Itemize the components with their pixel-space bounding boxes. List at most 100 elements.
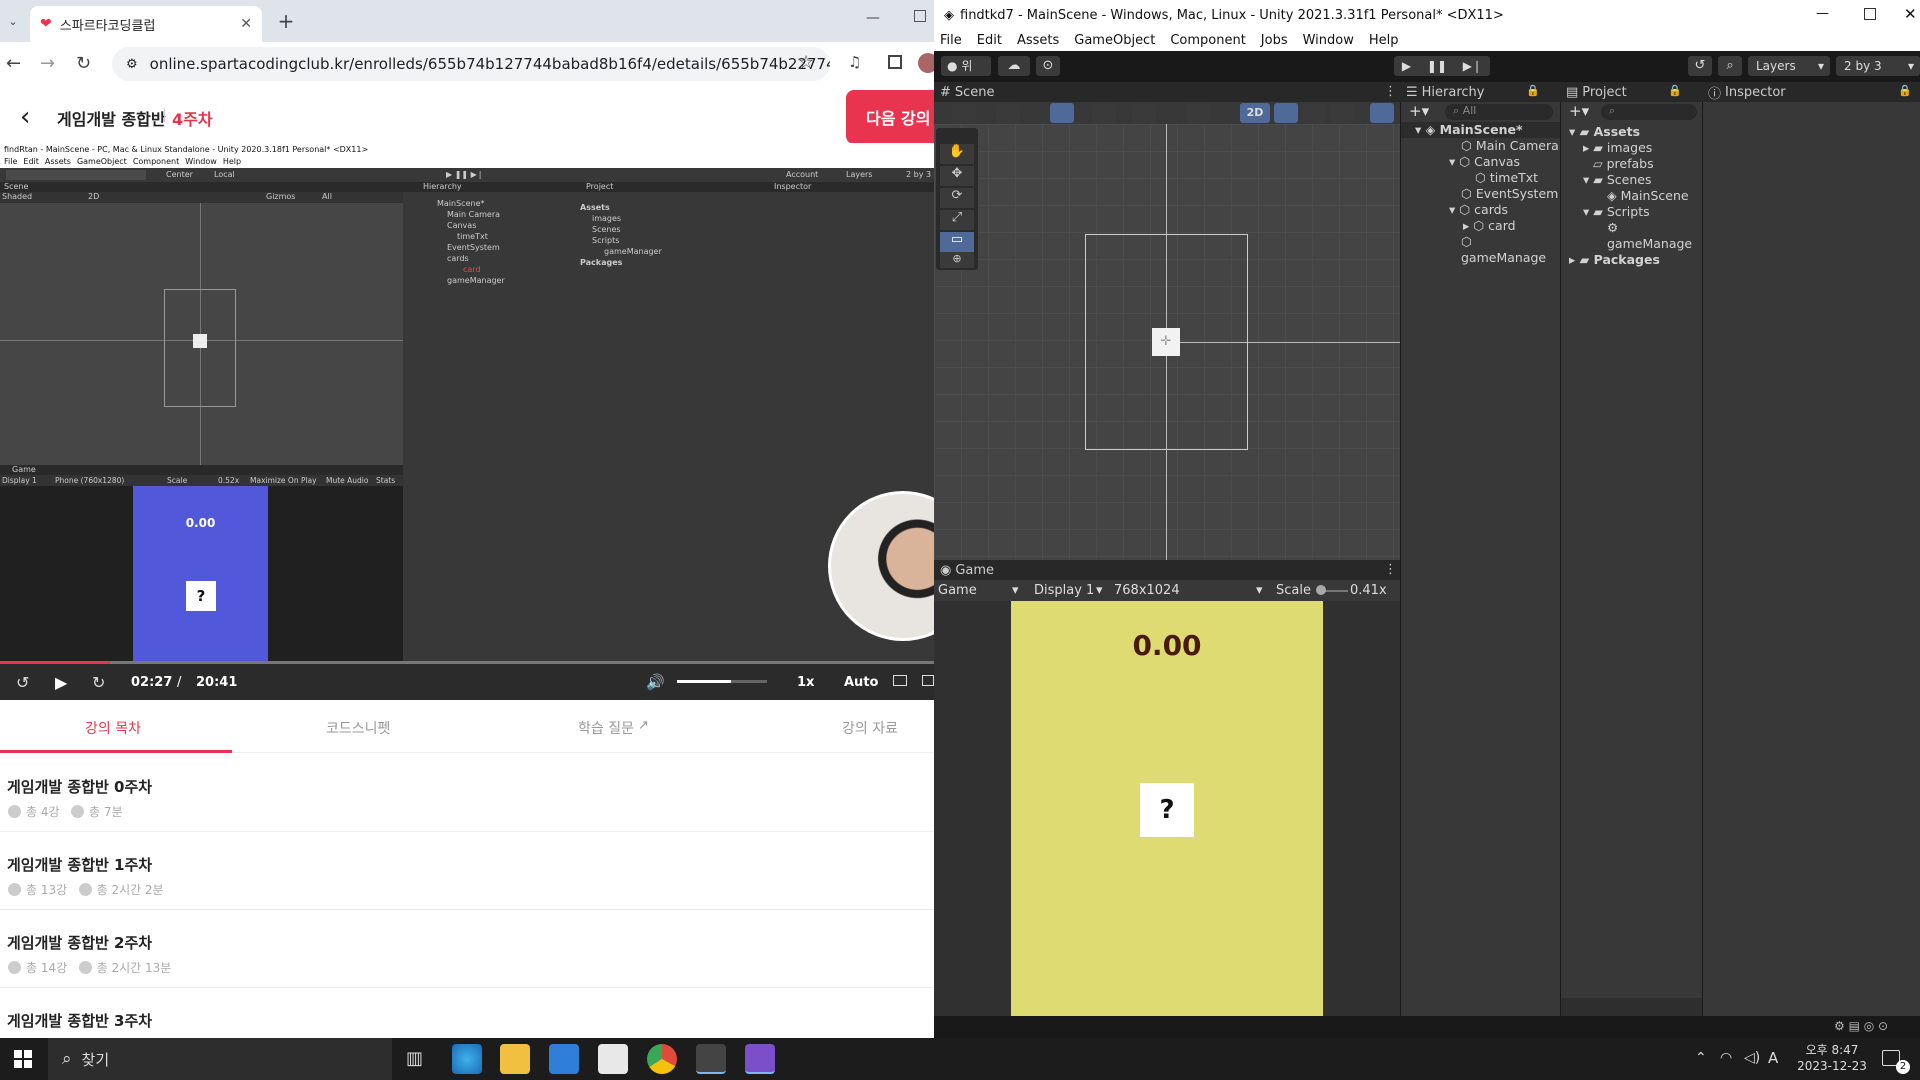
p-mainscene[interactable]: ◈ MainScene — [1561, 188, 1703, 204]
scene-draw-mode-icon[interactable] — [952, 103, 976, 123]
h-cards[interactable]: ▾ ⬡ cards — [1401, 202, 1561, 218]
display-dropdown[interactable]: Display 1 — [1034, 583, 1094, 598]
menu-window[interactable]: Window — [1303, 33, 1354, 48]
menu-help[interactable]: Help — [1369, 33, 1399, 48]
lesson-week-2[interactable]: 게임개발 종합반 2주차 총 14강 총 2시간 13분 — [0, 910, 934, 988]
rotate-tool-icon[interactable]: ⟳ — [940, 188, 974, 208]
tray-chevron-icon[interactable]: ⌃ — [1695, 1050, 1707, 1066]
card-question[interactable]: ? — [1140, 783, 1194, 837]
menu-file[interactable]: File — [940, 33, 962, 48]
menu-gameobject[interactable]: GameObject — [1074, 33, 1155, 48]
store-icon[interactable] — [549, 1044, 579, 1074]
url-field[interactable]: ⚙ online.spartacodingclub.kr/enrolleds/6… — [112, 47, 830, 81]
scene-effects-icon[interactable] — [1330, 103, 1354, 123]
p-images[interactable]: ▸ ▰ images — [1561, 140, 1703, 156]
p-scenes[interactable]: ▾ ▰ Scenes — [1561, 172, 1703, 188]
tab-search-chevron-icon[interactable]: ⌄ — [4, 12, 22, 30]
scene-2d-toggle[interactable]: 2D — [1240, 103, 1270, 123]
minimize-icon[interactable]: — — [866, 10, 880, 26]
p-assets[interactable]: ▾ ▰ Assets — [1561, 124, 1703, 140]
play-icon[interactable]: ▶ — [55, 673, 67, 692]
play-button-icon[interactable]: ▶ — [1402, 56, 1411, 76]
p-scripts[interactable]: ▾ ▰ Scripts — [1561, 204, 1703, 220]
hand-tool-icon[interactable]: ✋ — [940, 144, 974, 164]
taskbar-search-box[interactable]: ⌕ 찾기 — [48, 1038, 392, 1080]
scene-ruler-icon[interactable] — [1132, 103, 1156, 123]
visual-studio-icon[interactable] — [745, 1044, 775, 1074]
scene-render-mode-icon[interactable] — [1186, 103, 1210, 123]
h-main-camera[interactable]: ⬡ Main Camera — [1401, 138, 1561, 154]
move-tool-icon[interactable]: ✥ — [940, 166, 974, 186]
game-view[interactable]: 0.00 ? — [934, 601, 1400, 1016]
lock-icon[interactable]: 🔒 — [1898, 84, 1912, 97]
quality-selector[interactable]: Auto — [844, 675, 878, 690]
scene-grid-snap-icon[interactable] — [1050, 103, 1074, 123]
edge-icon[interactable] — [452, 1044, 482, 1074]
browser-tab[interactable]: ❤ 스파르타코딩클럽 ✕ — [30, 6, 262, 42]
history-icon[interactable]: ↺ — [1688, 56, 1712, 76]
fullscreen-icon[interactable] — [922, 675, 934, 686]
step-button-icon[interactable]: ▶❘ — [1463, 56, 1482, 76]
chrome-icon[interactable] — [647, 1044, 677, 1074]
cloud-icon[interactable]: ☁ — [998, 56, 1030, 76]
tab-project[interactable]: Project — [1582, 85, 1626, 100]
h-eventsystem[interactable]: ⬡ EventSystem — [1401, 186, 1561, 202]
scale-tool-icon[interactable]: ⤢ — [940, 210, 974, 230]
bookmark-star-icon[interactable]: ☆ — [798, 52, 814, 73]
collab-icon[interactable]: ⊙ — [1036, 56, 1060, 76]
transform-tool-icon[interactable]: ⊕ — [940, 252, 974, 268]
project-add-icon[interactable]: +▾ — [1569, 102, 1589, 120]
lecture-video[interactable]: findRtan - MainScene - PC, Mac & Linux S… — [0, 143, 934, 700]
layout-dropdown[interactable]: 2 by 3 ▾ — [1836, 56, 1920, 76]
task-view-icon[interactable]: ▥ — [406, 1048, 423, 1069]
scene-light-icon[interactable] — [1274, 103, 1298, 123]
reload-icon[interactable]: ↻ — [76, 53, 91, 74]
unity-maximize-icon[interactable] — [1864, 8, 1876, 20]
maximize-icon[interactable] — [914, 10, 926, 22]
layers-dropdown[interactable]: Layers ▾ — [1748, 56, 1830, 76]
p-packages[interactable]: ▸ ▰ Packages — [1561, 252, 1703, 268]
lesson-week-3[interactable]: 게임개발 종합반 3주차 — [0, 988, 934, 1038]
mail-icon[interactable] — [598, 1044, 628, 1074]
next-lecture-button[interactable]: 다음 강의 — [846, 90, 934, 144]
menu-jobs[interactable]: Jobs — [1261, 33, 1288, 48]
search-icon[interactable]: ⌕ — [1718, 56, 1742, 76]
h-mainscene[interactable]: ▾ ◈ MainScene* — [1401, 122, 1561, 138]
site-info-icon[interactable]: ⚙ — [126, 57, 138, 72]
scene-menu-icon[interactable]: ⋮ — [1384, 84, 1397, 99]
tab-lecture-list[interactable]: 강의 목차 — [85, 718, 141, 738]
subtitles-icon[interactable] — [893, 675, 907, 686]
back-arrow-icon[interactable]: ‹ — [20, 104, 30, 130]
hierarchy-add-icon[interactable]: +▾ — [1409, 102, 1429, 120]
tab-close-icon[interactable]: ✕ — [240, 16, 252, 32]
network-icon[interactable]: ◠ — [1720, 1050, 1732, 1066]
scale-slider-thumb[interactable] — [1316, 585, 1326, 595]
p-gamemanager[interactable]: ⚙ gameManage — [1561, 220, 1703, 252]
scene-view[interactable]: ✛ ✋ ✥ ⟳ ⤢ ▭ ⊕ — [934, 124, 1400, 560]
lock-icon[interactable]: 🔒 — [1668, 84, 1682, 97]
account-dropdown[interactable]: ● 위 — [941, 56, 991, 76]
resolution-dropdown[interactable]: 768x1024 — [1114, 583, 1180, 598]
scene-shading-icon[interactable] — [996, 103, 1020, 123]
card-sprite[interactable]: ✛ — [1152, 328, 1180, 356]
profile-avatar[interactable] — [918, 53, 934, 73]
unity-minimize-icon[interactable]: — — [1816, 6, 1829, 21]
tab-game[interactable]: Game — [955, 563, 994, 578]
volume-tray-icon[interactable]: ◁) — [1744, 1050, 1760, 1066]
tab-inspector[interactable]: Inspector — [1725, 85, 1786, 100]
progress-track[interactable] — [0, 661, 934, 664]
tab-code-snippet[interactable]: 코드스니펫 — [326, 718, 390, 738]
volume-icon[interactable]: 🔊 — [646, 673, 665, 691]
p-prefabs[interactable]: ▱ prefabs — [1561, 156, 1703, 172]
media-control-icon[interactable]: ♫ — [848, 53, 861, 71]
side-panel-icon[interactable] — [888, 55, 902, 69]
forward-icon[interactable]: → — [40, 53, 55, 74]
h-card[interactable]: ▸ ⬡ card — [1401, 218, 1561, 234]
tab-questions[interactable]: 학습 질문 — [578, 718, 634, 738]
file-explorer-icon[interactable] — [500, 1044, 530, 1074]
lock-icon[interactable]: 🔒 — [1526, 84, 1540, 97]
h-gamemanager[interactable]: ⬡ gameManage — [1401, 234, 1561, 266]
rewind-10-icon[interactable]: ↺ — [16, 673, 29, 692]
forward-10-icon[interactable]: ↻ — [92, 673, 105, 692]
pause-button-icon[interactable]: ❚❚ — [1427, 56, 1447, 76]
